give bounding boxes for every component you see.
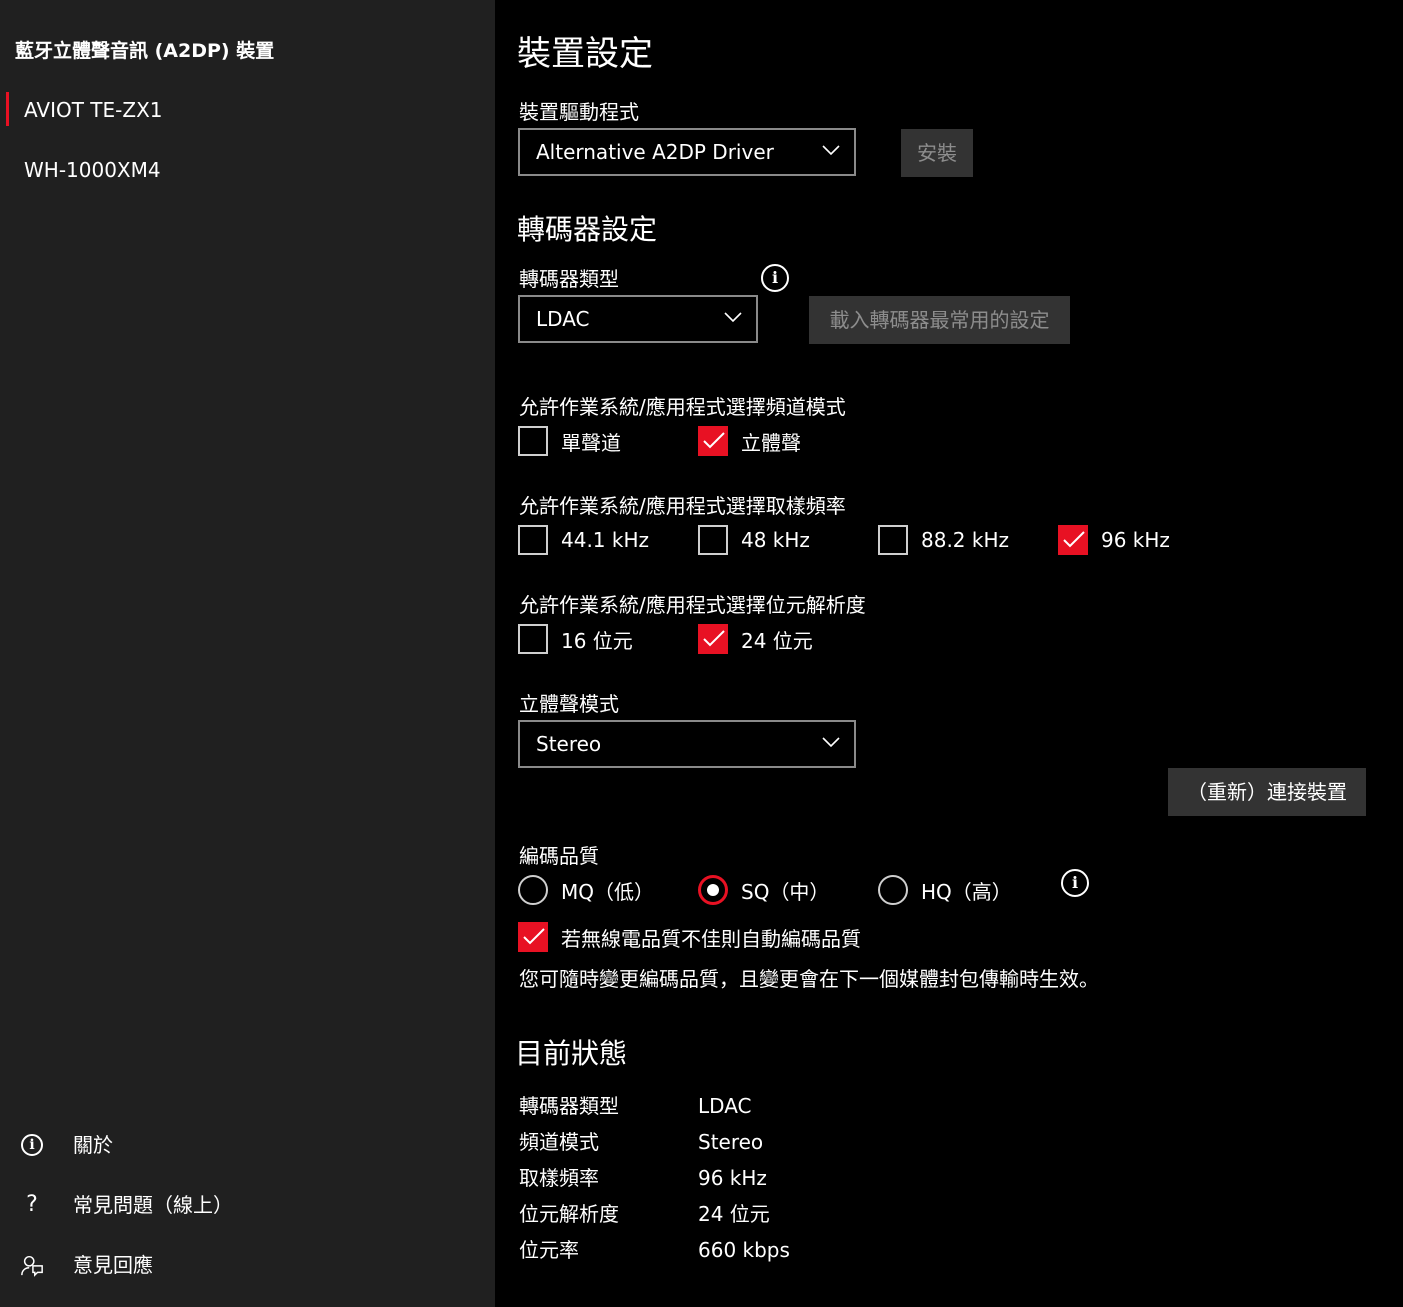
sidebar-item-aviot-te-zx1[interactable]: AVIOT TE-ZX1 [0, 90, 495, 130]
checkmark-icon [523, 928, 545, 945]
status-row-bitrate: 位元率 660 kbps [519, 1235, 1219, 1265]
stereo-mode-label: 立體聲模式 [519, 692, 619, 716]
sidebar: 藍牙立體聲音訊 (A2DP) 裝置 AVIOT TE-ZX1 WH-1000XM… [0, 0, 495, 1307]
quality-sq-radio[interactable]: SQ（中） [698, 875, 829, 905]
auto-quality-checkbox[interactable]: 若無線電品質不佳則自動編碼品質 [518, 922, 861, 952]
info-icon: i [20, 1133, 44, 1157]
radio-label: MQ（低） [561, 879, 654, 904]
status-key: 取樣頻率 [519, 1166, 599, 1190]
sample-rate-88-checkbox[interactable]: 88.2 kHz [878, 525, 1009, 555]
sample-rate-48-checkbox[interactable]: 48 kHz [698, 525, 810, 555]
sidebar-item-label: 關於 [73, 1133, 113, 1157]
driver-label: 裝置驅動程式 [519, 100, 639, 124]
status-key: 位元解析度 [519, 1202, 619, 1226]
app-title: 藍牙立體聲音訊 (A2DP) 裝置 [15, 40, 275, 62]
sidebar-item-label: 意見回應 [73, 1253, 153, 1277]
sidebar-item-wh-1000xm4[interactable]: WH-1000XM4 [0, 150, 495, 190]
checkbox-box [518, 525, 548, 555]
bit-depth-16-checkbox[interactable]: 16 位元 [518, 624, 633, 654]
device-settings-heading: 裝置設定 [517, 34, 653, 74]
codec-settings-heading: 轉碼器設定 [517, 213, 658, 246]
driver-select[interactable]: Alternative A2DP Driver [518, 128, 856, 176]
channel-stereo-checkbox[interactable]: 立體聲 [698, 426, 801, 456]
checkbox-box [878, 525, 908, 555]
checkmark-icon [703, 432, 725, 449]
status-row-channel: 頻道模式 Stereo [519, 1127, 1219, 1157]
sample-rate-label: 允許作業系統/應用程式選擇取樣頻率 [519, 494, 846, 518]
checkbox-label: 立體聲 [741, 430, 801, 455]
main-panel: 裝置設定 裝置驅動程式 Alternative A2DP Driver 安裝 轉… [495, 0, 1403, 1307]
status-heading: 目前狀態 [515, 1037, 628, 1070]
radio-label: HQ（高） [921, 879, 1012, 904]
checkmark-icon [703, 630, 725, 647]
checkbox-box [698, 426, 728, 456]
checkbox-label: 16 位元 [561, 628, 633, 653]
checkbox-box [518, 624, 548, 654]
reconnect-device-button[interactable]: （重新）連接裝置 [1168, 768, 1366, 816]
bit-depth-24-checkbox[interactable]: 24 位元 [698, 624, 813, 654]
codec-type-select[interactable]: LDAC [518, 295, 758, 343]
checkbox-label: 48 kHz [741, 528, 810, 552]
codec-type-select-value: LDAC [536, 307, 590, 331]
stereo-mode-select-value: Stereo [536, 732, 602, 756]
driver-select-value: Alternative A2DP Driver [536, 140, 774, 164]
checkbox-box [518, 922, 548, 952]
status-value: 24 位元 [698, 1202, 770, 1226]
bit-depth-label: 允許作業系統/應用程式選擇位元解析度 [519, 593, 866, 617]
sample-rate-96-checkbox[interactable]: 96 kHz [1058, 525, 1170, 555]
sidebar-item-label: WH-1000XM4 [24, 158, 161, 182]
sidebar-item-label: AVIOT TE-ZX1 [24, 98, 163, 122]
status-row-bit-depth: 位元解析度 24 位元 [519, 1199, 1219, 1229]
checkbox-label: 24 位元 [741, 628, 813, 653]
load-codec-defaults-button[interactable]: 載入轉碼器最常用的設定 [809, 296, 1070, 344]
stereo-mode-select[interactable]: Stereo [518, 720, 856, 768]
quality-hq-radio[interactable]: HQ（高） [878, 875, 1012, 905]
quality-mq-radio[interactable]: MQ（低） [518, 875, 654, 905]
chevron-down-icon [822, 737, 840, 748]
checkbox-label: 96 kHz [1101, 528, 1170, 552]
checkbox-label: 88.2 kHz [921, 528, 1010, 552]
status-row-codec: 轉碼器類型 LDAC [519, 1091, 1219, 1121]
checkbox-label: 若無線電品質不佳則自動編碼品質 [561, 926, 861, 951]
chevron-down-icon [724, 312, 742, 323]
radio-circle [878, 875, 908, 905]
codec-type-label: 轉碼器類型 [519, 267, 619, 291]
checkmark-icon [1063, 531, 1085, 548]
checkbox-box [518, 426, 548, 456]
status-key: 頻道模式 [519, 1130, 599, 1154]
checkbox-box [1058, 525, 1088, 555]
quality-note: 您可隨時變更編碼品質，且變更會在下一個媒體封包傳輸時生效。 [519, 967, 1099, 991]
checkbox-label: 單聲道 [561, 430, 621, 455]
quality-label: 編碼品質 [519, 844, 599, 868]
channel-mode-label: 允許作業系統/應用程式選擇頻道模式 [519, 395, 846, 419]
chevron-down-icon [822, 145, 840, 156]
codec-info-icon[interactable]: i [761, 264, 789, 292]
checkbox-label: 44.1 kHz [561, 528, 650, 552]
question-icon: ? [26, 1192, 38, 1217]
radio-label: SQ（中） [741, 879, 830, 904]
feedback-icon [20, 1253, 44, 1277]
sidebar-item-feedback[interactable]: 意見回應 [0, 1245, 495, 1285]
install-button[interactable]: 安裝 [901, 129, 973, 177]
checkbox-box [698, 624, 728, 654]
checkbox-box [698, 525, 728, 555]
radio-circle [698, 875, 728, 905]
radio-circle [518, 875, 548, 905]
status-value: LDAC [698, 1094, 752, 1118]
status-value: Stereo [698, 1130, 764, 1154]
channel-mono-checkbox[interactable]: 單聲道 [518, 426, 621, 456]
status-value: 96 kHz [698, 1166, 767, 1190]
status-row-sample-rate: 取樣頻率 96 kHz [519, 1163, 1219, 1193]
status-key: 位元率 [519, 1238, 579, 1262]
sidebar-item-faq[interactable]: ? 常見問題（線上） [0, 1185, 495, 1225]
quality-info-icon[interactable]: i [1061, 869, 1089, 897]
status-key: 轉碼器類型 [519, 1094, 619, 1118]
sample-rate-44-checkbox[interactable]: 44.1 kHz [518, 525, 649, 555]
sidebar-item-about[interactable]: i 關於 [0, 1125, 495, 1165]
status-value: 660 kbps [698, 1238, 790, 1262]
sidebar-item-label: 常見問題（線上） [73, 1193, 233, 1217]
